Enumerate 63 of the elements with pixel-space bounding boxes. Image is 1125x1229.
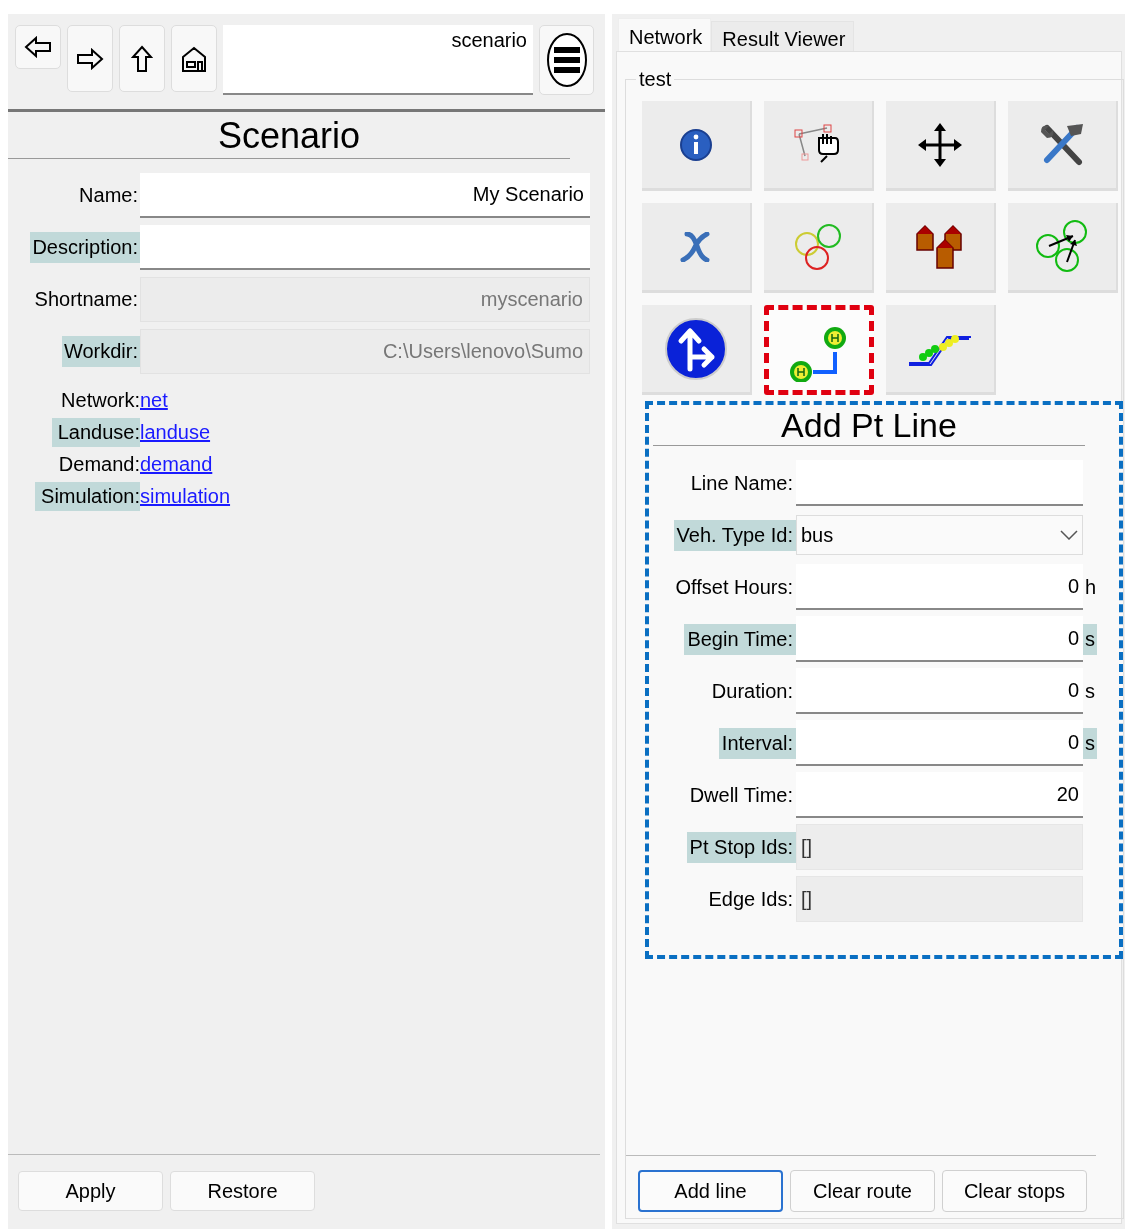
up-arrow-icon <box>131 44 153 73</box>
field-label: Demand: <box>57 452 140 477</box>
panel-title: Scenario <box>216 114 362 158</box>
forward-button[interactable] <box>67 25 113 92</box>
tab[interactable]: Network <box>618 18 712 52</box>
field-label: Interval: <box>718 727 796 759</box>
field-label: Line Name: <box>689 470 794 496</box>
forward-arrow-icon <box>76 47 104 70</box>
menu-icon <box>545 32 588 88</box>
action-button[interactable]: Add line <box>638 1170 783 1212</box>
octagon-rings-icon <box>793 221 843 272</box>
file-link[interactable]: simulation <box>140 482 231 511</box>
field-label: Edge Ids: <box>707 886 794 912</box>
unit-label: h <box>1084 574 1098 600</box>
home-button[interactable] <box>171 25 217 92</box>
unit-label: s <box>1083 623 1097 655</box>
unit-label: s <box>1084 678 1096 704</box>
up-button[interactable] <box>119 25 165 92</box>
menu-button[interactable] <box>539 25 594 95</box>
direction-sign-icon <box>664 316 728 381</box>
file-link[interactable]: landuse <box>140 418 211 447</box>
field-label: Network: <box>60 388 140 413</box>
input-field[interactable]: [] <box>796 876 1083 922</box>
field-label: Offset Hours: <box>674 574 794 600</box>
group-title: test <box>638 68 673 91</box>
field-label: Workdir: <box>61 336 140 367</box>
input-field[interactable]: 0 <box>796 564 1083 610</box>
field-label: Name: <box>78 183 139 208</box>
field-label: Begin Time: <box>684 623 796 655</box>
field-label: Dwell Time: <box>688 782 794 808</box>
info-icon <box>679 127 713 162</box>
path-field[interactable]: scenario <box>223 25 533 95</box>
field-label: Veh. Type Id: <box>673 519 796 551</box>
back-button[interactable] <box>15 25 61 69</box>
input-field[interactable]: 0 <box>796 668 1083 714</box>
input-field[interactable]: 0 <box>796 616 1083 662</box>
restore-button[interactable]: Restore <box>170 1171 315 1211</box>
back-arrow-icon <box>24 36 52 58</box>
action-button[interactable]: Clear route <box>790 1170 935 1212</box>
input-field[interactable]: 0 <box>796 720 1083 766</box>
unit-label: s <box>1083 727 1097 759</box>
action-button[interactable]: Clear stops <box>942 1170 1087 1212</box>
file-link[interactable]: demand <box>140 450 213 479</box>
apply-button[interactable]: Apply <box>18 1171 163 1211</box>
move-arrows-icon <box>917 121 963 168</box>
field-label: Description: <box>30 232 140 263</box>
x-icon <box>679 231 713 262</box>
field-label: Shortname: <box>33 287 139 312</box>
tab[interactable]: Result Viewer <box>711 21 855 52</box>
field-label: Duration: <box>710 678 794 704</box>
input-field[interactable] <box>140 225 590 270</box>
dropdown[interactable]: bus <box>796 515 1083 555</box>
house-icon <box>180 44 208 73</box>
field-label: Simulation: <box>35 482 140 511</box>
input-field[interactable]: [] <box>796 824 1083 870</box>
file-link[interactable]: net <box>140 386 168 415</box>
input-field[interactable]: 20 <box>796 772 1083 818</box>
input-field[interactable]: My Scenario <box>140 173 590 218</box>
chevron-down-icon <box>1060 530 1078 540</box>
field-label: Pt Stop Ids: <box>686 831 796 863</box>
input-field[interactable] <box>796 460 1083 506</box>
form-title: Add Pt Line <box>653 405 1085 446</box>
field-label: Landuse: <box>51 418 140 447</box>
